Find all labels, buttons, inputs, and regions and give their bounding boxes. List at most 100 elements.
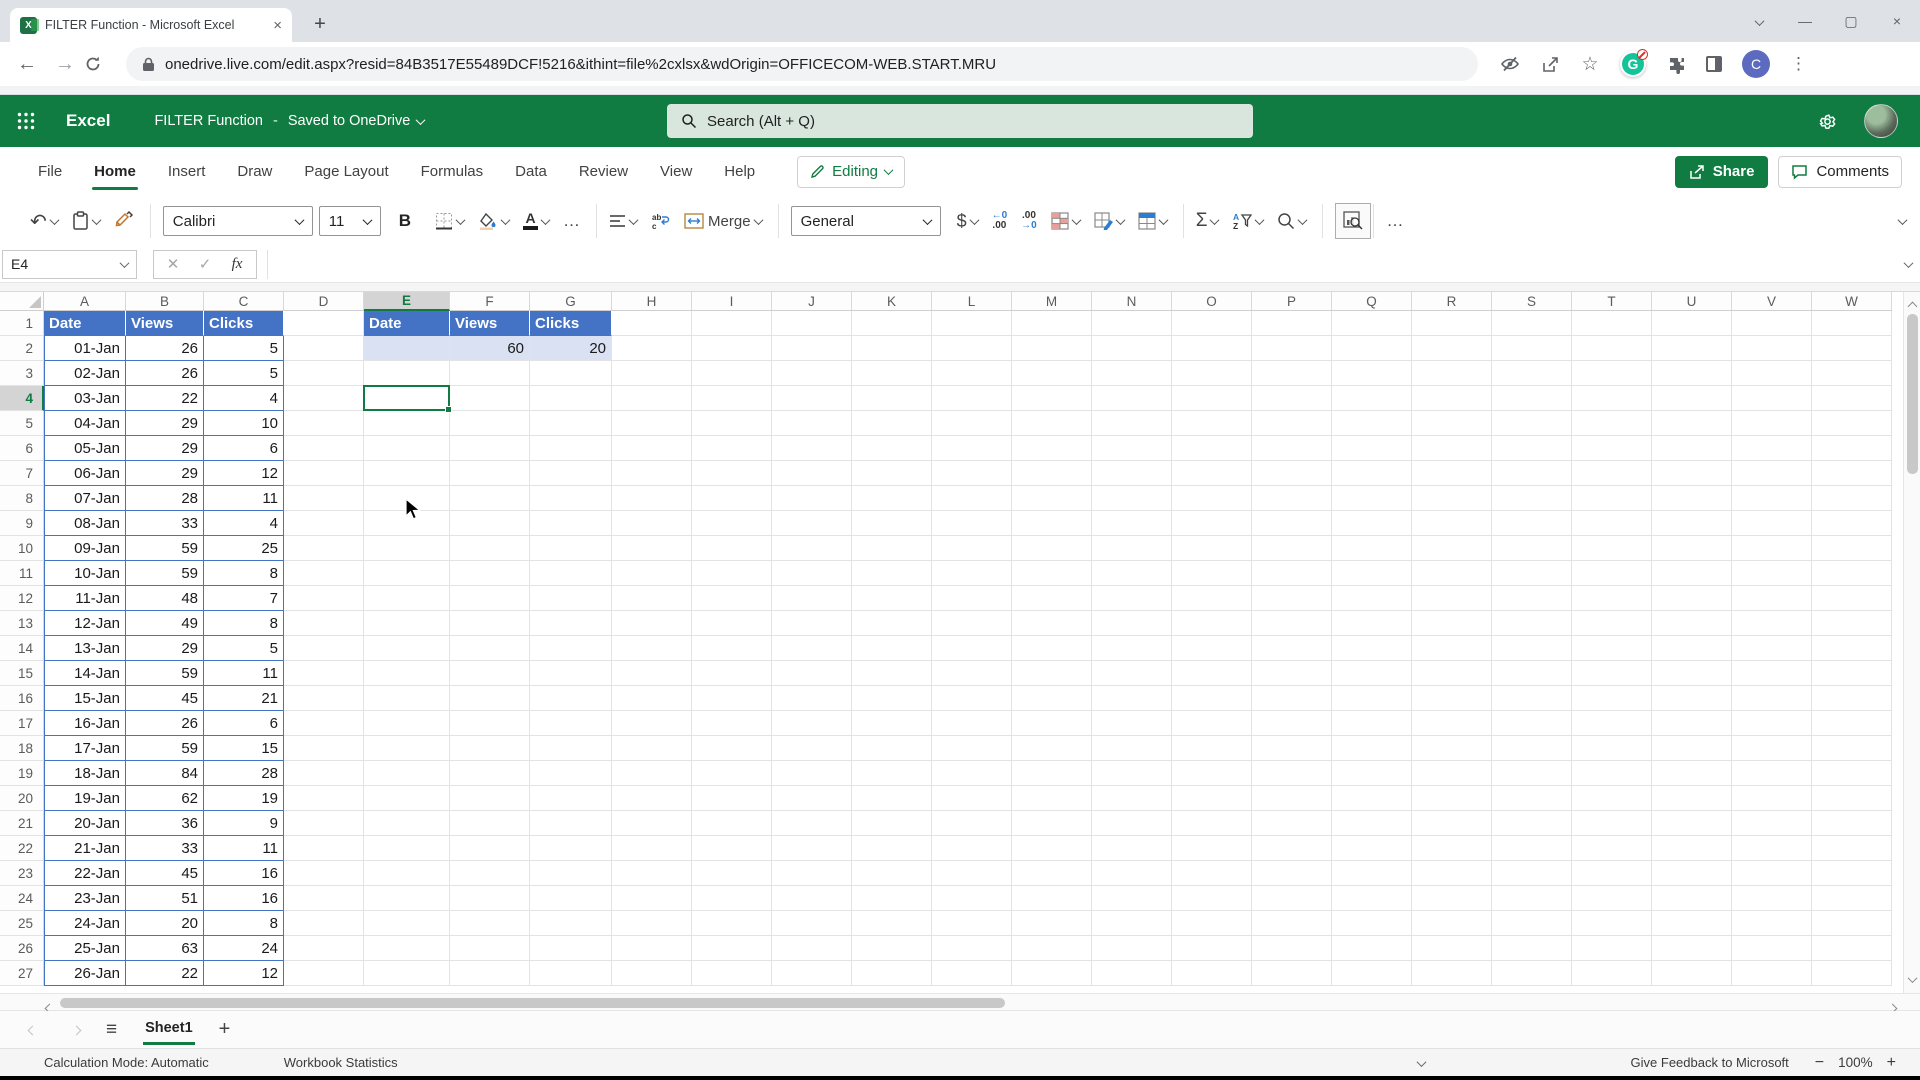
cell-H22[interactable] — [612, 836, 692, 861]
cell-O4[interactable] — [1172, 386, 1252, 411]
cell-E1[interactable]: Date — [364, 311, 450, 336]
cell-J21[interactable] — [772, 811, 852, 836]
cell-S18[interactable] — [1492, 736, 1572, 761]
status-options-chevron[interactable] — [1418, 1055, 1425, 1070]
cell-T27[interactable] — [1572, 961, 1652, 986]
cell-N4[interactable] — [1092, 386, 1172, 411]
cell-A20[interactable]: 19-Jan — [44, 786, 126, 811]
confirm-entry-icon[interactable]: ✓ — [190, 255, 220, 273]
row-header-5[interactable]: 5 — [0, 411, 44, 436]
browser-profile-avatar[interactable]: C — [1742, 50, 1770, 78]
cell-V18[interactable] — [1732, 736, 1812, 761]
cell-D27[interactable] — [284, 961, 364, 986]
account-avatar[interactable] — [1864, 104, 1898, 138]
cell-Q10[interactable] — [1332, 536, 1412, 561]
cell-K14[interactable] — [852, 636, 932, 661]
cell-I2[interactable] — [692, 336, 772, 361]
cell-S2[interactable] — [1492, 336, 1572, 361]
cell-P15[interactable] — [1252, 661, 1332, 686]
cell-V17[interactable] — [1732, 711, 1812, 736]
cell-A14[interactable]: 13-Jan — [44, 636, 126, 661]
cell-W1[interactable] — [1812, 311, 1892, 336]
cell-Q4[interactable] — [1332, 386, 1412, 411]
vertical-scroll-thumb[interactable] — [1907, 314, 1918, 474]
cell-O14[interactable] — [1172, 636, 1252, 661]
cell-I16[interactable] — [692, 686, 772, 711]
comments-button[interactable]: Comments — [1778, 156, 1902, 188]
cell-M9[interactable] — [1012, 511, 1092, 536]
cell-Q19[interactable] — [1332, 761, 1412, 786]
search-box[interactable]: Search (Alt + Q) — [667, 104, 1253, 138]
cell-V7[interactable] — [1732, 461, 1812, 486]
cell-B17[interactable]: 26 — [126, 711, 204, 736]
cell-D24[interactable] — [284, 886, 364, 911]
cell-M19[interactable] — [1012, 761, 1092, 786]
row-header-8[interactable]: 8 — [0, 486, 44, 511]
app-launcher-waffle-icon[interactable] — [0, 112, 52, 130]
cell-R1[interactable] — [1412, 311, 1492, 336]
cell-T12[interactable] — [1572, 586, 1652, 611]
cell-R2[interactable] — [1412, 336, 1492, 361]
cell-M15[interactable] — [1012, 661, 1092, 686]
cell-C3[interactable]: 5 — [204, 361, 284, 386]
cell-E13[interactable] — [364, 611, 450, 636]
cell-S13[interactable] — [1492, 611, 1572, 636]
cell-W14[interactable] — [1812, 636, 1892, 661]
cell-S9[interactable] — [1492, 511, 1572, 536]
cell-H8[interactable] — [612, 486, 692, 511]
cell-H9[interactable] — [612, 511, 692, 536]
decrease-decimal-button[interactable]: ←0.00 — [992, 211, 1008, 231]
cell-S23[interactable] — [1492, 861, 1572, 886]
cell-M1[interactable] — [1012, 311, 1092, 336]
side-panel-icon[interactable] — [1706, 56, 1722, 72]
cell-G4[interactable] — [530, 386, 612, 411]
cell-S24[interactable] — [1492, 886, 1572, 911]
cell-P26[interactable] — [1252, 936, 1332, 961]
cell-H16[interactable] — [612, 686, 692, 711]
cell-P18[interactable] — [1252, 736, 1332, 761]
cell-D8[interactable] — [284, 486, 364, 511]
cell-O19[interactable] — [1172, 761, 1252, 786]
cell-I18[interactable] — [692, 736, 772, 761]
cell-M7[interactable] — [1012, 461, 1092, 486]
cell-L11[interactable] — [932, 561, 1012, 586]
cell-F20[interactable] — [450, 786, 530, 811]
cell-B27[interactable]: 22 — [126, 961, 204, 986]
menu-tab-home[interactable]: Home — [78, 147, 152, 196]
cell-Q27[interactable] — [1332, 961, 1412, 986]
cell-K24[interactable] — [852, 886, 932, 911]
name-box[interactable]: E4 — [2, 250, 137, 279]
cell-J22[interactable] — [772, 836, 852, 861]
column-header-R[interactable]: R — [1412, 292, 1492, 311]
cell-C20[interactable]: 19 — [204, 786, 284, 811]
back-button[interactable]: ← — [8, 53, 46, 76]
cell-S14[interactable] — [1492, 636, 1572, 661]
editing-mode-button[interactable]: Editing — [797, 156, 905, 188]
cell-D3[interactable] — [284, 361, 364, 386]
row-header-21[interactable]: 21 — [0, 811, 44, 836]
cell-L2[interactable] — [932, 336, 1012, 361]
font-name-select[interactable]: Calibri — [163, 206, 313, 236]
column-header-H[interactable]: H — [612, 292, 692, 311]
cell-J17[interactable] — [772, 711, 852, 736]
cell-M5[interactable] — [1012, 411, 1092, 436]
cell-E21[interactable] — [364, 811, 450, 836]
cell-G8[interactable] — [530, 486, 612, 511]
cell-H26[interactable] — [612, 936, 692, 961]
cell-C13[interactable]: 8 — [204, 611, 284, 636]
cell-T10[interactable] — [1572, 536, 1652, 561]
cell-S11[interactable] — [1492, 561, 1572, 586]
cell-K16[interactable] — [852, 686, 932, 711]
cell-W2[interactable] — [1812, 336, 1892, 361]
insert-table-button[interactable] — [1138, 212, 1167, 230]
workbook-statistics-status[interactable]: Workbook Statistics — [284, 1055, 398, 1070]
cell-N23[interactable] — [1092, 861, 1172, 886]
reload-button[interactable] — [84, 55, 122, 73]
cell-I6[interactable] — [692, 436, 772, 461]
cell-T16[interactable] — [1572, 686, 1652, 711]
cell-V8[interactable] — [1732, 486, 1812, 511]
cell-Q21[interactable] — [1332, 811, 1412, 836]
cell-H24[interactable] — [612, 886, 692, 911]
cell-I4[interactable] — [692, 386, 772, 411]
cell-A19[interactable]: 18-Jan — [44, 761, 126, 786]
